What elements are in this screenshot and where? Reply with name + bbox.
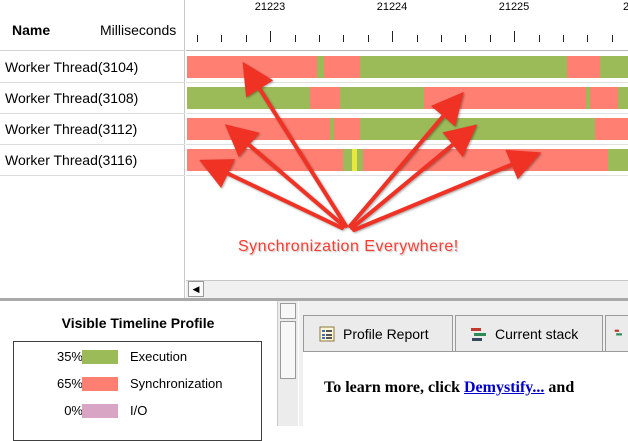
synchronization-segment[interactable] <box>187 118 330 140</box>
ruler-tick <box>490 35 491 42</box>
learn-prefix: To learn more, click <box>324 379 464 396</box>
thread-label[interactable]: Worker Thread(3104) <box>5 59 138 75</box>
row-divider <box>0 144 185 145</box>
ruler-tick <box>392 31 393 42</box>
execution-segment[interactable] <box>600 56 628 78</box>
execution-segment[interactable] <box>343 149 352 171</box>
profile-row-synchronization[interactable]: 65% Synchronization <box>14 374 263 394</box>
thread-lane-3112[interactable] <box>187 118 628 140</box>
lane-divider <box>186 113 628 114</box>
vertical-scrollbar[interactable] <box>277 301 298 426</box>
ruler-tick <box>417 35 418 42</box>
io-percent: 0% <box>64 403 83 418</box>
synchronization-segment[interactable] <box>187 56 317 78</box>
tab-profile-report[interactable]: Profile Report <box>303 315 453 351</box>
lane-divider <box>186 175 628 176</box>
execution-percent: 35% <box>56 349 83 364</box>
synchronization-segment[interactable] <box>187 149 343 171</box>
tab-current-stack-label: Current stack <box>495 325 579 342</box>
execution-segment[interactable] <box>608 149 628 171</box>
scroll-left-icon[interactable]: ◀ <box>188 281 204 297</box>
execution-segment[interactable] <box>618 87 628 109</box>
thread-label[interactable]: Worker Thread(3108) <box>5 90 138 106</box>
report-content: To learn more, click Demystify... and <box>303 351 628 432</box>
row-divider <box>0 82 185 83</box>
row-divider <box>0 113 185 114</box>
thread-lane-3104[interactable] <box>187 56 628 78</box>
tab-profile-report-label: Profile Report <box>343 325 429 342</box>
thread-lane-3108[interactable] <box>187 87 628 109</box>
ruler-tick-label: 21223 <box>254 1 286 13</box>
ruler-tick <box>441 35 442 42</box>
synchronization-segment[interactable] <box>324 56 360 78</box>
thread-label[interactable]: Worker Thread(3116) <box>5 152 137 168</box>
ruler-tick <box>587 35 588 42</box>
synchronization-segment[interactable] <box>310 87 340 109</box>
ruler-tick-label: 2 <box>622 1 628 13</box>
ruler-tick <box>343 35 344 42</box>
tab-current-stack[interactable]: Current stack <box>455 315 603 351</box>
report-icon <box>319 326 335 341</box>
ruler-tick-label: 21224 <box>376 1 408 13</box>
ruler-tick <box>197 35 198 42</box>
ruler-tick <box>563 35 564 42</box>
synchronization-swatch <box>82 377 118 391</box>
profile-row-execution[interactable]: 35% Execution <box>14 347 263 367</box>
time-ruler: 21223 21224 21225 2 <box>186 0 628 51</box>
scroll-thumb[interactable] <box>280 321 296 379</box>
execution-label: Execution <box>130 349 188 364</box>
synchronization-label: Synchronization <box>130 376 223 391</box>
visible-timeline-profile: Visible Timeline Profile 35% Execution 6… <box>0 301 276 441</box>
synchronization-segment[interactable] <box>334 118 360 140</box>
demystify-link[interactable]: Demystify... <box>464 379 544 396</box>
lane-divider <box>186 82 628 83</box>
horizontal-scrollbar[interactable]: ◀ <box>186 280 628 298</box>
execution-segment[interactable] <box>340 87 424 109</box>
synchronization-segment[interactable] <box>590 87 618 109</box>
ruler-tick <box>368 35 369 42</box>
synchronization-percent: 65% <box>56 376 83 391</box>
synchronization-segment[interactable] <box>567 56 600 78</box>
thread-names-pane: Name Milliseconds Worker Thread(3104) Wo… <box>0 0 185 298</box>
lane-divider <box>186 144 628 145</box>
learn-more-text: To learn more, click Demystify... and <box>324 379 574 397</box>
ruler-tick <box>465 35 466 42</box>
name-column-header[interactable]: Name <box>12 22 50 38</box>
ruler-tick-label: 21225 <box>498 1 530 13</box>
synchronization-segment[interactable] <box>363 149 608 171</box>
learn-suffix: and <box>544 379 575 396</box>
profile-row-io[interactable]: 0% I/O <box>14 401 263 421</box>
ruler-tick <box>270 31 271 42</box>
synchronization-segment[interactable] <box>595 118 628 140</box>
report-pane: Profile Report Current stack To learn mo… <box>299 301 628 432</box>
execution-segment[interactable] <box>360 56 567 78</box>
annotation-label: Synchronization Everywhere! <box>238 238 459 255</box>
profile-title: Visible Timeline Profile <box>61 315 215 331</box>
io-swatch <box>82 404 118 418</box>
ruler-tick <box>612 35 613 42</box>
profile-legend: 35% Execution 65% Synchronization 0% I/O <box>13 341 262 441</box>
tab-overflow-icon <box>614 329 622 335</box>
row-divider <box>0 175 185 176</box>
execution-segment[interactable] <box>187 87 310 109</box>
io-label: I/O <box>130 403 148 418</box>
tab-overflow[interactable] <box>605 315 628 351</box>
header-divider <box>0 50 184 51</box>
ruler-tick <box>539 35 540 42</box>
thread-label[interactable]: Worker Thread(3112) <box>5 121 137 137</box>
ruler-tick <box>319 35 320 42</box>
milliseconds-column-header[interactable]: Milliseconds <box>100 22 176 38</box>
execution-segment[interactable] <box>317 56 324 78</box>
thread-lane-3116[interactable] <box>187 149 628 171</box>
scroll-up-icon[interactable] <box>280 303 296 319</box>
ruler-tick <box>221 35 222 42</box>
ruler-tick <box>295 35 296 42</box>
stack-icon <box>471 327 486 341</box>
execution-segment[interactable] <box>360 118 595 140</box>
ruler-tick <box>514 31 515 42</box>
execution-swatch <box>82 350 118 364</box>
ruler-tick <box>246 35 247 42</box>
synchronization-segment[interactable] <box>424 87 586 109</box>
concurrency-timeline-view: Name Milliseconds Worker Thread(3104) Wo… <box>0 0 628 298</box>
